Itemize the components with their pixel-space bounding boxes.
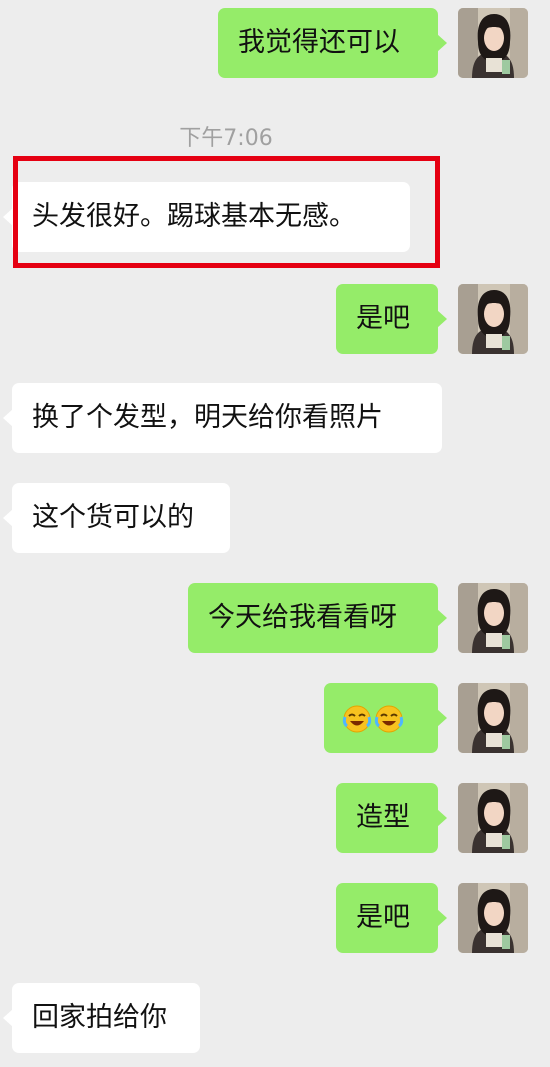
user-photo-icon	[458, 783, 528, 853]
message-bubble-outgoing[interactable]: 是吧	[336, 284, 447, 354]
avatar[interactable]	[458, 783, 528, 853]
message-bubble-incoming[interactable]: 换了个发型，明天给你看照片	[3, 383, 442, 453]
message-bubble-incoming[interactable]: 回家拍给你	[3, 983, 200, 1053]
user-photo-icon	[458, 883, 528, 953]
message-bubble-outgoing[interactable]	[324, 683, 447, 753]
message-bubble-outgoing[interactable]: 我觉得还可以	[218, 8, 447, 78]
timestamp: 下午7:06	[179, 126, 273, 151]
avatar[interactable]	[458, 8, 528, 78]
avatar[interactable]	[458, 284, 528, 354]
avatar[interactable]	[458, 683, 528, 753]
message-bubble-outgoing[interactable]: 今天给我看看呀	[188, 583, 447, 653]
message-bubble-incoming[interactable]: 这个货可以的	[3, 483, 230, 553]
user-photo-icon	[458, 284, 528, 354]
highlight-annotation-box	[13, 156, 440, 268]
crying-laughing-emoji-icon	[374, 704, 404, 734]
avatar[interactable]	[458, 583, 528, 653]
avatar[interactable]	[458, 883, 528, 953]
user-photo-icon	[458, 583, 528, 653]
user-photo-icon	[458, 8, 528, 78]
user-photo-icon	[458, 683, 528, 753]
crying-laughing-emoji-icon	[342, 704, 372, 734]
message-bubble-outgoing[interactable]: 是吧	[336, 883, 447, 953]
message-bubble-outgoing[interactable]: 造型	[336, 783, 447, 853]
